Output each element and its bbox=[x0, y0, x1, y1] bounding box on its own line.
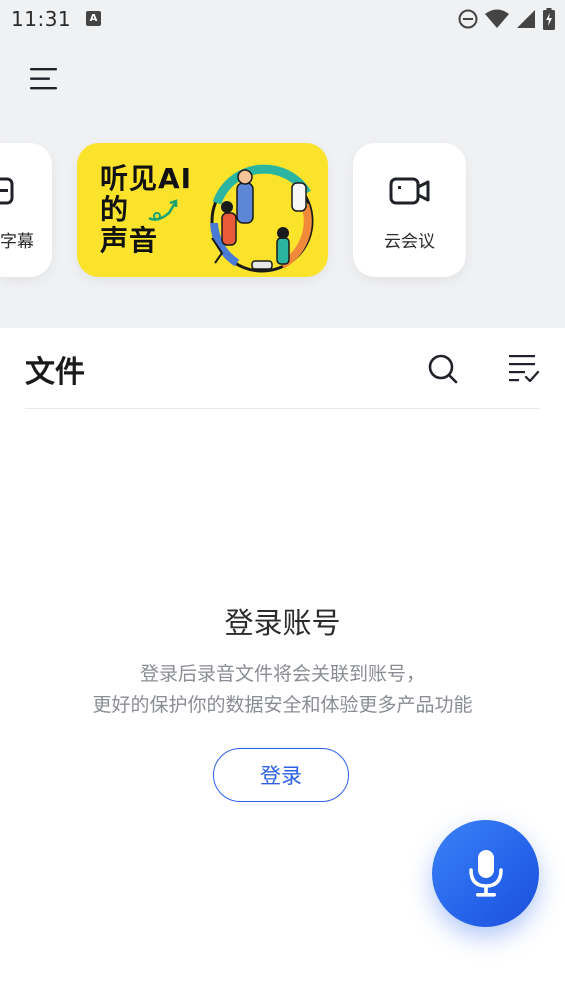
divider bbox=[25, 408, 540, 409]
status-time: 11:31 bbox=[11, 7, 72, 31]
banner-illustration bbox=[148, 164, 314, 273]
status-bar: 11:31 A bbox=[0, 0, 565, 38]
search-icon bbox=[428, 354, 458, 384]
search-button[interactable] bbox=[424, 350, 462, 388]
login-title: 登录账号 bbox=[224, 606, 341, 640]
battery-charging-icon bbox=[543, 8, 555, 30]
do-not-disturb-icon bbox=[458, 9, 478, 29]
banner-card[interactable]: 听见AI 的 声音 bbox=[77, 143, 328, 277]
menu-icon bbox=[30, 68, 57, 90]
files-title: 文件 bbox=[25, 355, 85, 390]
video-camera-icon bbox=[389, 177, 430, 205]
login-button[interactable]: 登录 bbox=[213, 748, 349, 802]
record-button[interactable] bbox=[432, 820, 539, 927]
notification-badge: A bbox=[86, 11, 101, 26]
login-description-line: 登录后录音文件将会关联到账号， bbox=[139, 663, 425, 685]
menu-button[interactable] bbox=[28, 64, 60, 94]
meeting-card-label: 云会议 bbox=[384, 232, 435, 252]
cellular-signal-icon bbox=[517, 10, 535, 28]
filter-button[interactable] bbox=[505, 350, 543, 388]
subtitle-card[interactable]: 字幕 bbox=[0, 143, 52, 277]
filter-list-icon bbox=[509, 355, 540, 383]
login-description-line: 更好的保护你的数据安全和体验更多产品功能 bbox=[92, 694, 473, 716]
subtitle-icon bbox=[0, 177, 14, 205]
meeting-card[interactable]: 云会议 bbox=[353, 143, 466, 277]
subtitle-card-label: 字幕 bbox=[0, 232, 34, 252]
login-description: 登录后录音文件将会关联到账号， 更好的保护你的数据安全和体验更多产品功能 bbox=[0, 659, 565, 721]
microphone-icon bbox=[468, 849, 503, 897]
wifi-icon bbox=[485, 9, 509, 28]
